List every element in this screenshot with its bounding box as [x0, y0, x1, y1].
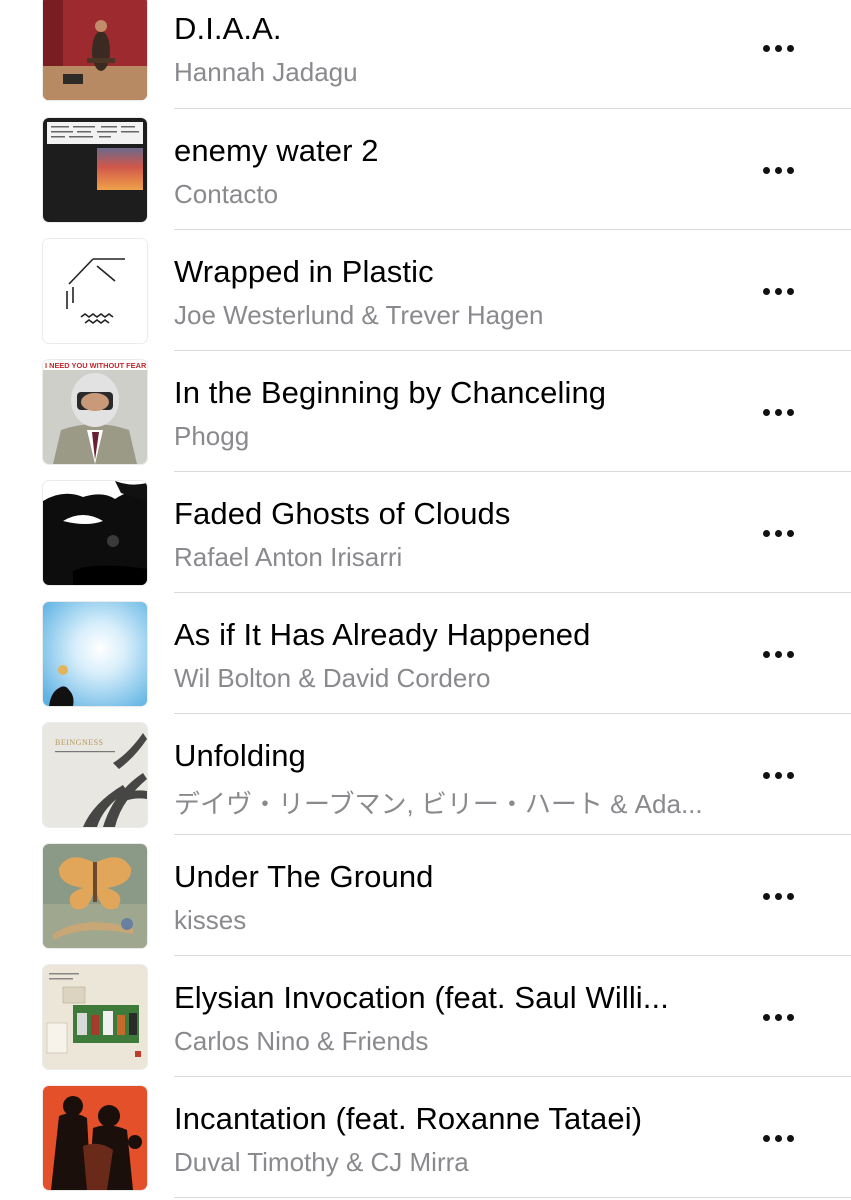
- ellipsis-icon: [762, 408, 770, 416]
- ellipsis-icon: [762, 1134, 770, 1142]
- track-artist[interactable]: Rafael Anton Irisarri: [174, 542, 734, 573]
- track-artist[interactable]: Contacto: [174, 179, 734, 210]
- track-artist[interactable]: Carlos Nino & Friends: [174, 1026, 734, 1057]
- track-row[interactable]: enemy water 2 Contacto: [0, 110, 851, 231]
- track-artist[interactable]: デイヴ・リーブマン, ビリー・ハート & Ada...: [174, 784, 734, 821]
- track-artist[interactable]: Joe Westerlund & Trever Hagen: [174, 300, 734, 331]
- ellipsis-icon: [762, 771, 770, 779]
- track-row[interactable]: I NEED YOU WITHOUT FEAR In the Beginning…: [0, 352, 851, 473]
- divider: [174, 1076, 851, 1077]
- track-row[interactable]: D.I.A.A. Hannah Jadagu: [0, 0, 851, 110]
- track-row[interactable]: Faded Ghosts of Clouds Rafael Anton Iris…: [0, 473, 851, 594]
- album-art-blue-sky[interactable]: [43, 602, 147, 706]
- album-art-collage[interactable]: [43, 965, 147, 1069]
- more-options-button[interactable]: [752, 876, 804, 916]
- divider: [174, 229, 851, 230]
- more-options-button[interactable]: [752, 513, 804, 553]
- more-options-button[interactable]: [752, 150, 804, 190]
- track-title: D.I.A.A.: [174, 11, 282, 46]
- divider: [174, 471, 851, 472]
- divider: [174, 713, 851, 714]
- album-art-caption: BEINGNESS: [55, 738, 104, 747]
- album-art-orange-silhouettes[interactable]: [43, 1086, 147, 1190]
- track-row[interactable]: As if It Has Already Happened Wil Bolton…: [0, 594, 851, 715]
- more-options-button[interactable]: [752, 634, 804, 674]
- album-art-black-clouds[interactable]: [43, 481, 147, 585]
- track-title: Elysian Invocation (feat. Saul Willi...: [174, 980, 669, 1015]
- ellipsis-icon: [762, 166, 770, 174]
- more-options-button[interactable]: [752, 28, 804, 68]
- album-art-red-room[interactable]: [43, 0, 147, 100]
- divider: [174, 108, 851, 109]
- track-artist[interactable]: kisses: [174, 905, 734, 936]
- album-art-caption: I NEED YOU WITHOUT FEAR: [45, 361, 147, 370]
- album-art-helmet-man[interactable]: I NEED YOU WITHOUT FEAR: [43, 360, 147, 464]
- more-options-button[interactable]: [752, 1118, 804, 1158]
- divider: [174, 350, 851, 351]
- divider: [174, 1197, 851, 1198]
- track-title: Unfolding: [174, 738, 306, 773]
- track-artist[interactable]: Wil Bolton & David Cordero: [174, 663, 734, 694]
- track-artist[interactable]: Hannah Jadagu: [174, 57, 734, 88]
- track-title: Incantation (feat. Roxanne Tataei): [174, 1101, 643, 1136]
- track-artist[interactable]: Phogg: [174, 421, 734, 452]
- ellipsis-icon: [762, 287, 770, 295]
- more-options-button[interactable]: [752, 997, 804, 1037]
- album-art-butterfly-painting[interactable]: [43, 844, 147, 948]
- track-title: As if It Has Already Happened: [174, 617, 591, 652]
- ellipsis-icon: [762, 529, 770, 537]
- divider: [174, 955, 851, 956]
- more-options-button[interactable]: [752, 392, 804, 432]
- track-row[interactable]: Wrapped in Plastic Joe Westerlund & Trev…: [0, 231, 851, 352]
- track-artist[interactable]: Duval Timothy & CJ Mirra: [174, 1147, 734, 1178]
- track-title: Under The Ground: [174, 859, 434, 894]
- track-title: Faded Ghosts of Clouds: [174, 496, 511, 531]
- track-title: enemy water 2: [174, 133, 379, 168]
- track-title: In the Beginning by Chanceling: [174, 375, 607, 410]
- divider: [174, 592, 851, 593]
- track-row[interactable]: BEINGNESS Unfolding デイヴ・リーブマン, ビリー・ハート &…: [0, 715, 851, 836]
- ellipsis-icon: [762, 44, 770, 52]
- divider: [174, 834, 851, 835]
- track-row[interactable]: Incantation (feat. Roxanne Tataei) Duval…: [0, 1078, 851, 1199]
- album-art-beingness[interactable]: BEINGNESS: [43, 723, 147, 827]
- ellipsis-icon: [762, 1013, 770, 1021]
- track-row[interactable]: Elysian Invocation (feat. Saul Willi... …: [0, 957, 851, 1078]
- ellipsis-icon: [762, 650, 770, 658]
- track-row[interactable]: Under The Ground kisses: [0, 836, 851, 957]
- track-title: Wrapped in Plastic: [174, 254, 434, 289]
- album-art-dark-sunset[interactable]: [43, 118, 147, 222]
- ellipsis-icon: [762, 892, 770, 900]
- album-art-line-drawing[interactable]: [43, 239, 147, 343]
- more-options-button[interactable]: [752, 755, 804, 795]
- more-options-button[interactable]: [752, 271, 804, 311]
